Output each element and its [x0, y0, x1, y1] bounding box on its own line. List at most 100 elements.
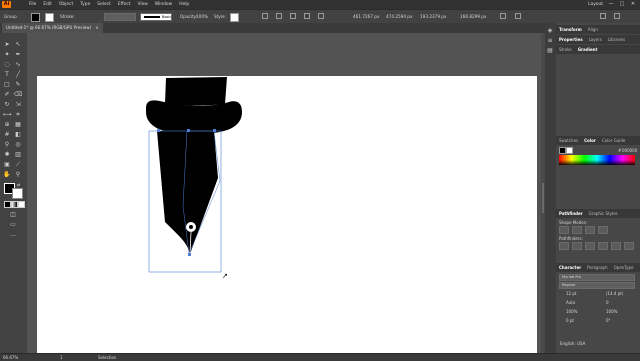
trim-icon[interactable] [572, 242, 582, 250]
workspace-switcher[interactable]: Layout [588, 2, 603, 7]
current-tool[interactable]: Selection [98, 355, 116, 360]
menu-file[interactable]: File [29, 2, 36, 7]
pen-tool-icon[interactable]: ✒ [14, 51, 22, 58]
graph-tool-icon[interactable]: ▥ [14, 151, 22, 158]
kerning-field[interactable]: Auto [566, 300, 575, 305]
color-fill-swatch[interactable] [559, 147, 566, 154]
zoom-level[interactable]: 66.67% [3, 355, 18, 360]
layers-dock-icon[interactable]: ≡ [546, 37, 554, 44]
canvas-area[interactable]: ↗ [27, 33, 541, 356]
tab-libraries[interactable]: Libraries [608, 37, 625, 42]
menu-window[interactable]: Window [155, 2, 172, 7]
none-mode-icon[interactable] [18, 201, 25, 208]
scale-tool-icon[interactable]: ⇲ [14, 101, 22, 108]
document-tab[interactable]: Untitled-1* @ 66.67% (RGB/GPU Preview) × [2, 23, 103, 33]
stroke-swatch[interactable] [45, 13, 54, 22]
menu-effect[interactable]: Effect [118, 2, 131, 7]
hex-value-field[interactable]: 000000 [622, 148, 637, 153]
gradient-mode-icon[interactable] [11, 201, 18, 208]
baseline-field[interactable]: 0 pt [566, 318, 574, 323]
transform-icon[interactable] [290, 13, 296, 19]
align-icon[interactable] [276, 13, 282, 19]
style-swatch[interactable] [230, 13, 239, 22]
close-window-button[interactable]: ✕ [630, 1, 636, 7]
menu-help[interactable]: Help [179, 2, 189, 7]
stroke-weight-field[interactable] [104, 13, 136, 21]
tab-character[interactable]: Character [559, 265, 581, 270]
close-tab-icon[interactable]: × [95, 23, 98, 33]
tab-stroke[interactable]: Stroke [559, 47, 572, 52]
tab-paragraph[interactable]: Paragraph [587, 265, 608, 270]
opacity-value[interactable]: 100% [196, 14, 208, 19]
settings-icon[interactable] [614, 13, 620, 19]
intersect-icon[interactable] [585, 226, 595, 234]
distribute-icon[interactable] [515, 13, 521, 19]
color-spectrum[interactable] [559, 155, 635, 165]
w-field[interactable]: 193.2379 px [420, 14, 446, 19]
maximize-button[interactable]: □ [619, 1, 625, 7]
font-style-field[interactable]: Regular [559, 282, 635, 289]
eyedropper-icon[interactable]: ⚲ [3, 141, 11, 148]
eraser-icon[interactable]: ⌫ [14, 91, 22, 98]
mesh-tool-icon[interactable]: # [3, 131, 11, 138]
artwork[interactable]: ↗ [37, 76, 537, 356]
menu-edit[interactable]: Edit [43, 2, 52, 7]
exclude-icon[interactable] [598, 226, 608, 234]
edit-toolbar-icon[interactable]: … [9, 231, 17, 238]
perspective-grid-icon[interactable]: ▦ [14, 121, 22, 128]
tab-gradient[interactable]: Gradient [578, 47, 598, 52]
horizontal-scale-field[interactable]: 100% [606, 309, 617, 314]
shape-builder-icon[interactable]: ⊕ [3, 121, 11, 128]
isolate-icon[interactable] [304, 13, 310, 19]
rotation-field[interactable]: 0° [606, 318, 611, 323]
curvature-icon[interactable]: ∿ [14, 61, 22, 68]
stroke-color-icon[interactable] [12, 188, 23, 199]
recolor-icon[interactable] [262, 13, 268, 19]
slice-tool-icon[interactable]: ⟋ [14, 161, 22, 168]
menu-type[interactable]: Type [80, 2, 90, 7]
zoom-tool-icon[interactable]: ⚲ [14, 171, 22, 178]
shaper-tool-icon[interactable]: ✐ [3, 91, 11, 98]
minimize-button[interactable]: — [608, 1, 614, 7]
language-field[interactable]: English: USA [560, 341, 585, 346]
free-transform-icon[interactable]: ⌗ [14, 111, 22, 118]
properties-dock-icon[interactable]: ◈ [546, 27, 554, 34]
font-size-field[interactable]: 12 pt [566, 291, 576, 296]
font-family-field[interactable]: Myriad Pro [559, 274, 635, 281]
outline-icon[interactable] [611, 242, 621, 250]
artboard-number[interactable]: 1 [60, 355, 63, 360]
brush-definition[interactable]: Basic [140, 13, 172, 21]
merge-icon[interactable] [585, 242, 595, 250]
minus-back-icon[interactable] [624, 242, 634, 250]
line-tool-icon[interactable]: ╱ [14, 71, 22, 78]
selection-tool-icon[interactable]: ➤ [3, 41, 11, 48]
crop-icon[interactable] [598, 242, 608, 250]
tab-color-guide[interactable]: Color Guide [602, 138, 625, 143]
color-mode-icon[interactable] [4, 201, 11, 208]
draw-mode-icon[interactable]: ◫ [9, 211, 17, 218]
artboard-tool-icon[interactable]: ▣ [3, 161, 11, 168]
leading-field[interactable]: (14.4 pt) [606, 291, 623, 296]
tab-transform[interactable]: Transform [559, 27, 582, 32]
panel-menu-icon[interactable] [600, 13, 606, 19]
scroll-thumb[interactable] [542, 183, 544, 213]
vertical-scale-field[interactable]: 100% [566, 309, 577, 314]
symbol-sprayer-icon[interactable]: ✺ [3, 151, 11, 158]
gradient-tool-icon[interactable]: ◧ [14, 131, 22, 138]
tab-swatches[interactable]: Swatches [559, 138, 578, 143]
tracking-field[interactable]: 0 [606, 300, 609, 305]
direct-selection-tool-icon[interactable]: ↖ [14, 41, 22, 48]
arrange-icon[interactable] [500, 13, 506, 19]
width-tool-icon[interactable]: ⟷ [3, 111, 12, 118]
tab-layers[interactable]: Layers [589, 37, 602, 42]
h-field[interactable]: 166.8299 px [460, 14, 486, 19]
unite-icon[interactable] [559, 226, 569, 234]
type-tool-icon[interactable]: T [3, 71, 11, 78]
tab-opentype[interactable]: OpenType [614, 265, 634, 270]
blend-tool-icon[interactable]: ◎ [14, 141, 22, 148]
libraries-dock-icon[interactable]: ▤ [546, 47, 554, 54]
rotate-tool-icon[interactable]: ↻ [3, 101, 11, 108]
paintbrush-icon[interactable]: ✎ [14, 81, 22, 88]
minus-front-icon[interactable] [572, 226, 582, 234]
screen-mode-icon[interactable]: ▭ [9, 221, 17, 228]
